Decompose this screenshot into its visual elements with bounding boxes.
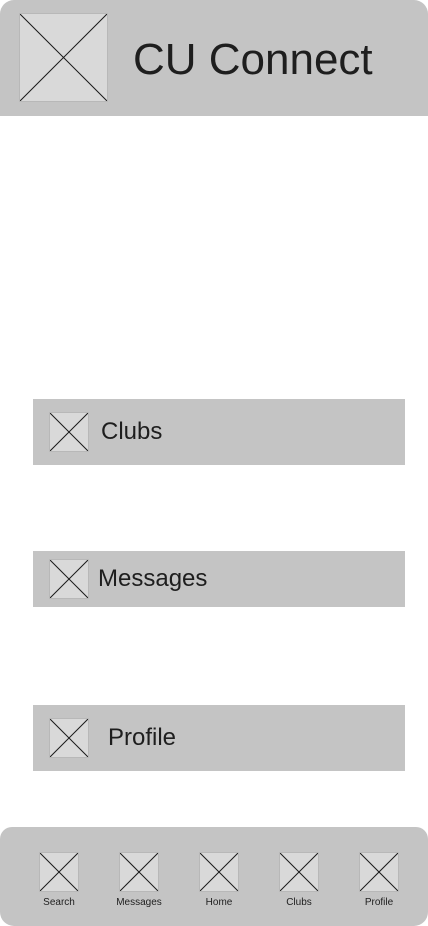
profile-button-label: Profile: [108, 724, 177, 751]
profile-placeholder-icon: [49, 718, 89, 758]
home-placeholder-icon: [199, 852, 239, 892]
messages-button[interactable]: Messages: [33, 551, 405, 607]
nav-label-clubs: Clubs: [286, 897, 312, 908]
nav-item-search[interactable]: Search: [19, 852, 99, 914]
clubs-nav-placeholder-icon: [279, 852, 319, 892]
profile-nav-placeholder-icon: [359, 852, 399, 892]
nav-label-search: Search: [43, 897, 75, 908]
messages-placeholder-icon: [49, 559, 89, 599]
bottom-nav-bar: Search Messages Home Clubs Profile: [0, 827, 428, 926]
nav-label-messages: Messages: [116, 897, 162, 908]
nav-item-home[interactable]: Home: [179, 852, 259, 914]
app-screen: CU Connect Clubs Messages Profile Search…: [0, 0, 428, 926]
clubs-button-label: Clubs: [101, 418, 163, 445]
nav-item-profile[interactable]: Profile: [339, 852, 419, 914]
app-title: CU Connect: [133, 35, 373, 84]
nav-item-clubs[interactable]: Clubs: [259, 852, 339, 914]
nav-item-messages[interactable]: Messages: [99, 852, 179, 914]
clubs-button[interactable]: Clubs: [33, 399, 405, 465]
nav-label-profile: Profile: [364, 897, 394, 908]
search-placeholder-icon: [39, 852, 79, 892]
clubs-placeholder-icon: [49, 412, 89, 452]
logo-placeholder-icon: [19, 13, 108, 102]
messages-nav-placeholder-icon: [119, 852, 159, 892]
messages-button-label: Messages: [98, 565, 208, 592]
nav-label-home: Home: [205, 897, 233, 908]
app-header: CU Connect: [0, 0, 428, 116]
profile-button[interactable]: Profile: [33, 705, 405, 771]
